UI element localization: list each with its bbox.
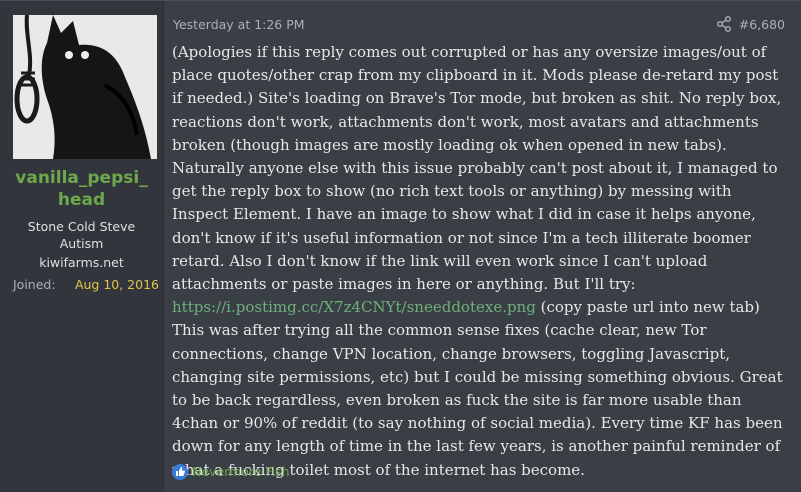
user-title: Stone Cold Steve Autism bbox=[27, 219, 136, 251]
joined-label: Joined: bbox=[13, 277, 56, 292]
forum-post: vanilla_pepsi_head Stone Cold Steve Auti… bbox=[0, 0, 801, 492]
post-date-link[interactable]: Yesterday at 1:26 PM bbox=[173, 17, 305, 32]
user-info-panel: vanilla_pepsi_head Stone Cold Steve Auti… bbox=[0, 1, 164, 492]
username-link[interactable]: vanilla_pepsi_head bbox=[0, 167, 163, 211]
post-header: Yesterday at 1:26 PM #6,680 bbox=[173, 15, 785, 35]
reactions-bar[interactable]: Nevermore Fish bbox=[172, 463, 290, 483]
joined-date: Aug 10, 2016 bbox=[74, 277, 159, 292]
image-link[interactable]: https://i.postimg.cc/X7z4CNYt/sneeddotex… bbox=[172, 298, 536, 316]
share-icon[interactable] bbox=[715, 15, 733, 33]
joined-row: Joined: Aug 10, 2016 bbox=[13, 277, 159, 292]
post-text-before-link: (Apologies if this reply comes out corru… bbox=[172, 43, 782, 294]
post-number-link[interactable]: #6,680 bbox=[739, 17, 785, 32]
user-banner: kiwifarms.net bbox=[39, 255, 124, 270]
post-text-after-link: (copy paste url into new tab) This was a… bbox=[172, 298, 783, 479]
like-icon bbox=[172, 463, 188, 480]
avatar-image bbox=[13, 15, 157, 159]
post-body: (Apologies if this reply comes out corru… bbox=[172, 41, 792, 482]
avatar[interactable] bbox=[13, 15, 157, 159]
reaction-user-link[interactable]: Nevermore Fish bbox=[192, 464, 290, 479]
